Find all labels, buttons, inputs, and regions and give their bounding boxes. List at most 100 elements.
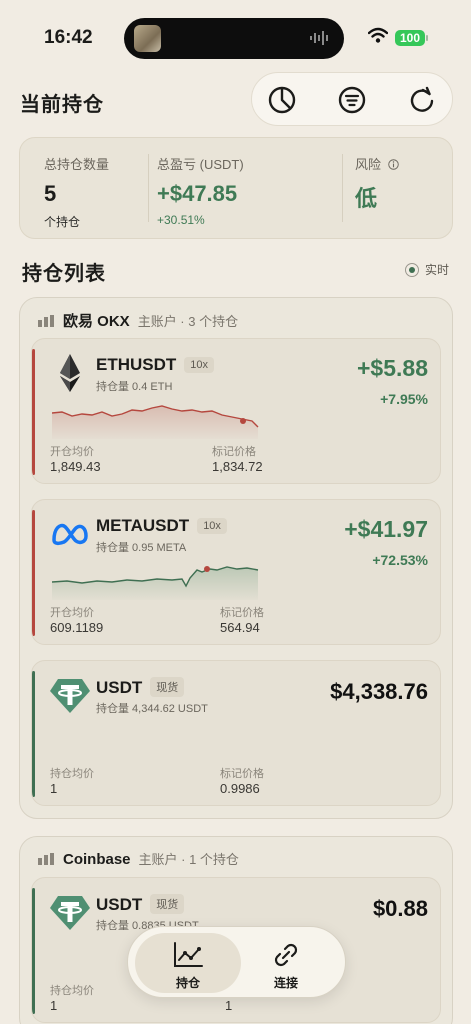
total-pnl-value: +$47.85 [157, 181, 238, 206]
entry-price-value: 609.1189 [50, 620, 104, 635]
position-pnl-percent: +7.95% [380, 391, 428, 407]
spot-accent-bar [32, 671, 35, 797]
page-title: 当前持仓 [20, 94, 104, 116]
symbol: USDT 现货 [96, 677, 185, 698]
filter-button[interactable] [337, 85, 367, 115]
leverage-badge: 10x [184, 357, 215, 373]
mark-price-value: 1,834.72 [212, 459, 263, 474]
position-count-unit: 个持仓 [44, 215, 81, 229]
exchange-name: 欧易 OKX [63, 313, 130, 330]
risk-label-text: 风险 [355, 157, 382, 172]
status-bar: 16:42 100 [0, 0, 471, 76]
realtime-radio-icon [405, 263, 419, 277]
position-pnl: +$41.97 [344, 516, 428, 542]
mark-price-value: 1 [225, 998, 233, 1013]
total-pnl-label: 总盈亏 (USDT) [157, 157, 244, 172]
spot-badge: 现货 [150, 894, 185, 914]
entry-price-label: 开仓均价 [50, 446, 94, 458]
battery-indicator: 100 [395, 30, 425, 46]
risk-level: 风险 低 [355, 154, 399, 213]
symbol-name: METAUSDT [96, 516, 190, 535]
mark-price-label: 标记价格 [220, 607, 264, 619]
mark-price-label: 标记价格 [220, 768, 264, 780]
line-chart-icon [174, 942, 203, 967]
loss-accent-bar [32, 510, 35, 636]
avg-price-value: 1 [50, 781, 58, 796]
symbol-name: USDT [96, 678, 143, 697]
positions-list-title: 持仓列表 [22, 263, 106, 285]
position-count-value: 5 [44, 181, 57, 206]
tab-connect[interactable]: 连接 [233, 933, 339, 993]
risk-label: 风险 [355, 154, 399, 173]
entry-price-value: 1,849.43 [50, 459, 101, 474]
bottom-tab-bar: 持仓 连接 [127, 926, 346, 998]
exchange-name: Coinbase [63, 851, 131, 868]
holding-amount: 持仓量 4,344.62 USDT [96, 703, 208, 715]
tether-icon [50, 679, 90, 713]
signal-bars-icon [38, 315, 54, 327]
position-value: $0.88 [372, 896, 428, 921]
position-card-ethusdt[interactable]: ETHUSDT 10x 持仓量 0.4 ETH +$5.88 +7.95% 开仓均… [31, 338, 441, 484]
exchange-group-okx: 欧易 OKX 主账户 · 3 个持仓 ETHUSDT 10x 持仓量 0.4 ETH… [19, 297, 453, 819]
price-sparkline [52, 566, 259, 600]
info-icon[interactable] [387, 159, 399, 170]
tab-holdings-label: 持仓 [175, 976, 200, 990]
position-pnl-percent: +72.53% [372, 552, 428, 568]
header-toolbar [251, 72, 453, 126]
position-value: $4,338.76 [330, 679, 428, 704]
position-card-metausdt[interactable]: METAUSDT 10x 持仓量 0.95 META +$41.97 +72.53… [31, 499, 441, 645]
symbol: ETHUSDT 10x [96, 355, 215, 375]
signal-bars-icon [38, 853, 54, 865]
portfolio-summary-card: 总持仓数量 5 个持仓 总盈亏 (USDT) +$47.85 +30.51% 风… [19, 137, 453, 239]
entry-price-label: 开仓均价 [50, 607, 94, 619]
position-pnl: +$5.88 [357, 355, 428, 381]
symbol-name: USDT [96, 895, 143, 914]
link-icon [274, 943, 298, 967]
symbol: METAUSDT 10x [96, 516, 227, 536]
battery-tip [426, 35, 428, 41]
mark-price-value: 0.9986 [220, 781, 260, 796]
mark-price-label: 标记价格 [212, 446, 256, 458]
status-time: 16:42 [44, 27, 93, 48]
tab-holdings[interactable]: 持仓 [135, 933, 241, 993]
symbol: USDT 现货 [96, 894, 185, 915]
spot-badge: 现货 [150, 677, 185, 697]
pie-chart-button[interactable] [267, 85, 297, 115]
dynamic-island[interactable] [124, 18, 344, 59]
realtime-label: 实时 [425, 263, 450, 277]
realtime-toggle[interactable]: 实时 [405, 261, 449, 278]
loss-accent-bar [32, 349, 35, 475]
mark-price-value: 564.94 [220, 620, 260, 635]
position-count: 总持仓数量 5 个持仓 [44, 154, 109, 230]
price-sparkline [52, 405, 259, 439]
audio-wave-icon [310, 31, 328, 45]
total-pnl-percent: +30.51% [157, 213, 205, 227]
ethereum-icon [60, 354, 80, 392]
spot-accent-bar [32, 888, 35, 1014]
avg-price-label: 持仓均价 [50, 985, 94, 997]
tether-icon [50, 896, 90, 930]
pie-chart-icon [268, 86, 296, 114]
symbol-name: ETHUSDT [96, 355, 177, 374]
filter-icon [338, 86, 366, 114]
tab-connect-label: 连接 [273, 976, 298, 990]
meta-icon [52, 523, 88, 546]
avg-price-value: 1 [50, 998, 58, 1013]
risk-value: 低 [355, 186, 378, 211]
exchange-header: Coinbase 主账户 · 1 个持仓 [38, 849, 239, 868]
wifi-icon [368, 27, 388, 43]
refresh-icon [410, 86, 434, 112]
leverage-badge: 10x [197, 518, 227, 534]
total-pnl: 总盈亏 (USDT) +$47.85 +30.51% [157, 154, 244, 227]
divider [148, 154, 149, 222]
account-info: 主账户 · 3 个持仓 [137, 314, 239, 329]
position-card-usdt[interactable]: USDT 现货 持仓量 4,344.62 USDT $4,338.76 持仓均价 … [31, 660, 441, 806]
refresh-button[interactable] [407, 85, 437, 115]
avg-price-label: 持仓均价 [50, 768, 94, 780]
account-info: 主账户 · 1 个持仓 [138, 852, 239, 867]
holding-amount: 持仓量 0.4 ETH [96, 381, 173, 393]
divider [342, 154, 343, 222]
holding-amount: 持仓量 0.95 META [96, 542, 187, 554]
now-playing-artwork [134, 25, 161, 52]
exchange-header: 欧易 OKX 主账户 · 3 个持仓 [38, 310, 238, 331]
